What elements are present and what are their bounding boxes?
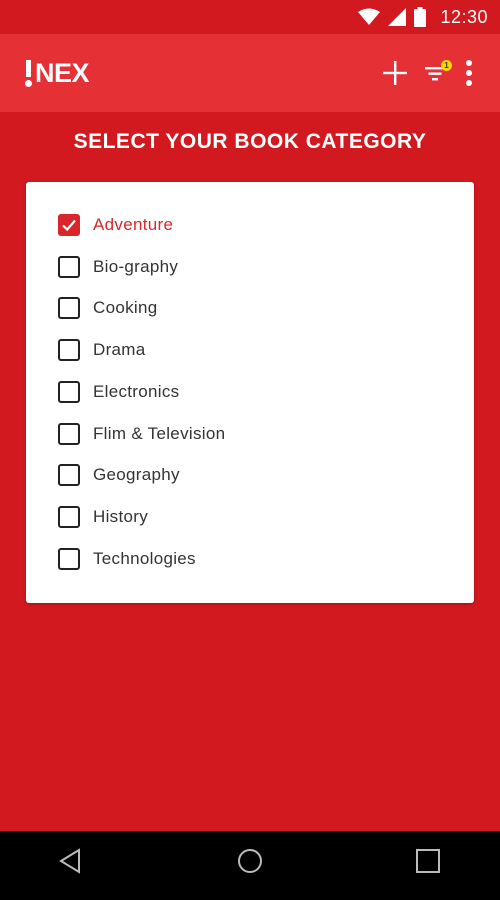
logo-i-glyph bbox=[25, 60, 32, 87]
category-item[interactable]: History bbox=[26, 496, 474, 538]
category-item[interactable]: Electronics bbox=[26, 371, 474, 413]
category-label: Drama bbox=[93, 340, 146, 360]
category-item[interactable]: Flim & Television bbox=[26, 413, 474, 455]
plus-icon[interactable] bbox=[382, 60, 408, 86]
signal-icon bbox=[388, 8, 407, 26]
app-bar: NEX 1 bbox=[0, 34, 500, 112]
category-item[interactable]: Technologies bbox=[26, 538, 474, 580]
category-checkbox[interactable] bbox=[58, 547, 80, 570]
category-checkbox[interactable] bbox=[58, 213, 80, 236]
category-checkbox[interactable] bbox=[58, 297, 80, 320]
category-checkbox[interactable] bbox=[58, 339, 80, 362]
more-vert-icon[interactable] bbox=[462, 59, 476, 87]
category-label: Technologies bbox=[93, 548, 196, 568]
category-label: Electronics bbox=[93, 381, 180, 401]
category-checkbox[interactable] bbox=[58, 422, 80, 445]
status-icons: 12:30 bbox=[358, 0, 488, 34]
category-label: Flim & Television bbox=[93, 423, 226, 443]
battery-icon bbox=[414, 7, 427, 27]
status-bar: 12:30 bbox=[0, 0, 500, 34]
category-checkbox[interactable] bbox=[58, 255, 80, 278]
recents-icon[interactable] bbox=[415, 848, 441, 874]
back-icon[interactable] bbox=[58, 848, 82, 874]
category-checkbox[interactable] bbox=[58, 506, 80, 529]
category-item[interactable]: Geography bbox=[26, 455, 474, 497]
logo-text: NEX bbox=[35, 57, 90, 88]
filter-badge: 1 bbox=[441, 60, 452, 71]
category-label: Bio-graphy bbox=[93, 256, 179, 276]
category-item[interactable]: Adventure bbox=[26, 204, 474, 246]
category-item[interactable]: Drama bbox=[26, 329, 474, 371]
category-label: Adventure bbox=[93, 214, 174, 234]
category-checkbox[interactable] bbox=[58, 380, 80, 403]
category-label: Cooking bbox=[93, 298, 158, 318]
category-label: History bbox=[93, 507, 148, 527]
navigation-bar bbox=[0, 831, 500, 900]
home-icon[interactable] bbox=[237, 848, 263, 874]
category-item[interactable]: Bio-graphy bbox=[26, 246, 474, 288]
app-logo: NEX bbox=[25, 57, 90, 89]
wifi-icon bbox=[358, 8, 381, 25]
check-icon bbox=[62, 219, 76, 231]
page-title: SELECT YOUR BOOK CATEGORY bbox=[73, 130, 427, 153]
category-checkbox[interactable] bbox=[58, 464, 80, 487]
category-label: Geography bbox=[93, 465, 180, 485]
category-card: Adventure Bio-graphy Cooking Drama Electroni… bbox=[26, 182, 474, 603]
category-item[interactable]: Cooking bbox=[26, 288, 474, 330]
status-time: 12:30 bbox=[440, 6, 488, 27]
